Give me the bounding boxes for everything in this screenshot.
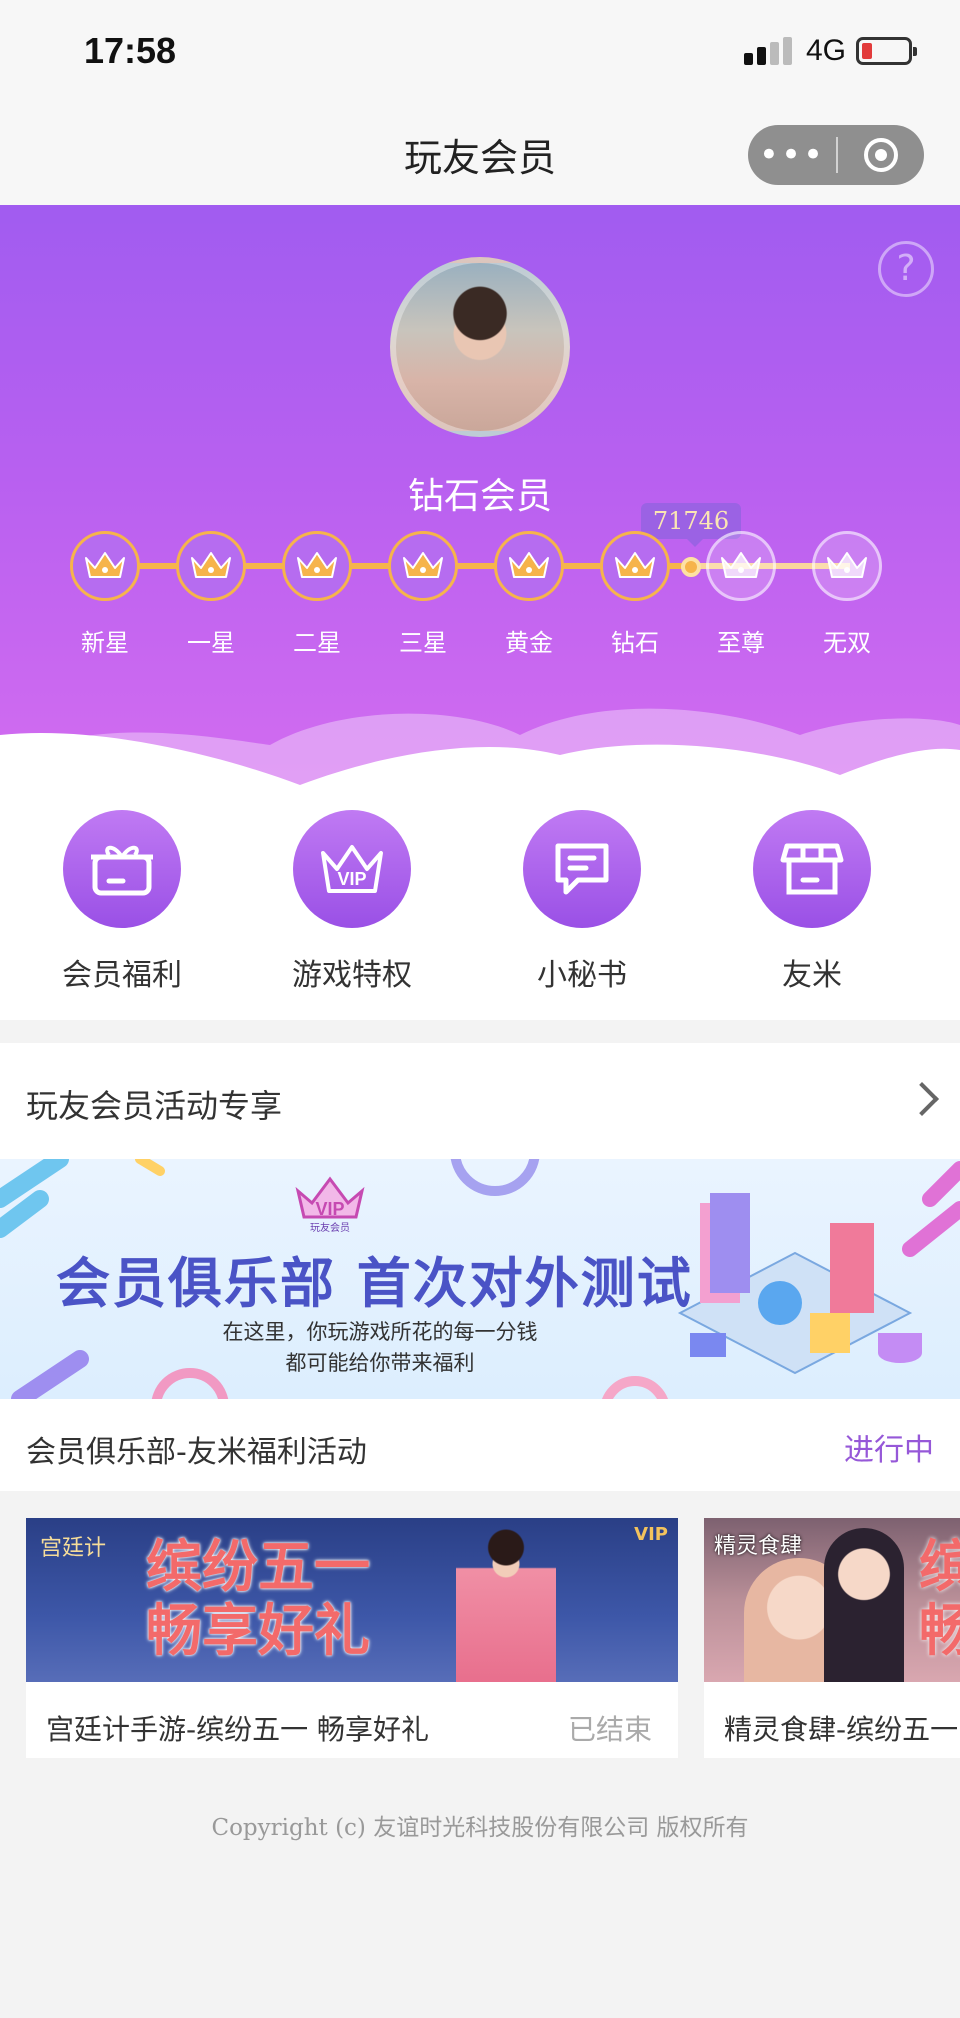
- feature-member-benefits[interactable]: 会员福利: [22, 810, 222, 994]
- level-node: [706, 531, 776, 601]
- feature-secretary[interactable]: 小秘书: [482, 810, 682, 994]
- crown-icon: [297, 552, 337, 578]
- nav-bar: 玩友会员 •••: [0, 105, 960, 205]
- character-illustration: [456, 1518, 556, 1682]
- crown-icon: [85, 552, 125, 578]
- status-badge: 进行中: [844, 1433, 934, 1468]
- signal-icon: [743, 37, 796, 65]
- close-target-icon: [864, 138, 898, 172]
- crown-icon: [191, 552, 231, 578]
- character-illustration: [824, 1528, 904, 1682]
- feature-label: 游戏特权: [292, 958, 412, 993]
- cloud-divider: [0, 708, 960, 805]
- activity-row[interactable]: 会员俱乐部-友米福利活动 进行中: [0, 1399, 960, 1491]
- level-label: 新星: [81, 629, 129, 657]
- status-indicators: 4G: [743, 34, 917, 68]
- level-node: [388, 531, 458, 601]
- card-banner-text-line: 缤纷五一: [146, 1535, 370, 1600]
- svg-text:VIP: VIP: [315, 1199, 344, 1219]
- level-label: 一星: [187, 629, 235, 657]
- game-logo: 宫廷计: [40, 1536, 107, 1561]
- vip-crown-icon: VIP 玩友会员: [295, 1176, 365, 1234]
- feature-label: 会员福利: [62, 958, 182, 993]
- current-progress-dot: [681, 557, 701, 577]
- crown-icon: [509, 552, 549, 578]
- banner-subtitle: 在这里，你玩游戏所花的每一分钱 都可能给你带来福利: [200, 1317, 560, 1379]
- level-node: [176, 531, 246, 601]
- card-banner-text-line: 缤: [919, 1535, 960, 1600]
- close-button[interactable]: [838, 138, 924, 172]
- crown-icon: [615, 552, 655, 578]
- level-label: 钻石: [611, 629, 659, 657]
- chat-icon: [523, 810, 641, 928]
- activity-card-carousel[interactable]: 宫廷计 缤纷五一 畅享好礼 VIP 宫廷计手游-缤纷五一 畅享好礼 已结束 精灵…: [0, 1518, 960, 1758]
- activity-card[interactable]: 宫廷计 缤纷五一 畅享好礼 VIP 宫廷计手游-缤纷五一 畅享好礼 已结束: [26, 1518, 678, 1758]
- game-logo: 精灵食肆: [714, 1534, 803, 1559]
- chevron-right-icon: [905, 1082, 939, 1116]
- vip-crown-icon: VIP: [293, 810, 411, 928]
- level-label: 黄金: [505, 629, 553, 657]
- level-node: [282, 531, 352, 601]
- activity-name: 会员俱乐部-友米福利活动: [26, 1435, 367, 1470]
- banner-title: 会员俱乐部 首次对外测试: [56, 1252, 693, 1315]
- help-button[interactable]: ?: [878, 241, 934, 297]
- card-title: 精灵食肆-缤纷五一: [724, 1713, 959, 1746]
- level-label: 至尊: [717, 629, 765, 657]
- activity-card[interactable]: 精灵食肆 缤 畅 精灵食肆-缤纷五一: [704, 1518, 960, 1758]
- level-node: [812, 531, 882, 601]
- section-title: 玩友会员活动专享: [26, 1087, 283, 1125]
- card-banner-text: 缤纷五一 畅享好礼: [146, 1536, 370, 1664]
- banner-subtitle-line: 在这里，你玩游戏所花的每一分钱: [222, 1320, 538, 1344]
- more-button[interactable]: •••: [748, 125, 836, 185]
- level-node: [70, 531, 140, 601]
- feature-label: 友米: [782, 958, 842, 993]
- copyright-footer: Copyright (c) 友谊时光科技股份有限公司 版权所有: [211, 1815, 749, 1841]
- svg-text:VIP: VIP: [337, 869, 366, 889]
- feature-grid: 会员福利 VIP 游戏特权 小秘书 友米: [0, 790, 960, 1020]
- card-banner-image: 宫廷计 缤纷五一 畅享好礼 VIP: [26, 1518, 678, 1682]
- feature-youmi[interactable]: 友米: [712, 810, 912, 994]
- level-label: 三星: [399, 629, 447, 657]
- banner-subtitle-line: 都可能给你带来福利: [285, 1351, 475, 1375]
- card-banner-text-line: 畅享好礼: [146, 1599, 370, 1664]
- card-status: 已结束: [567, 1713, 652, 1746]
- feature-label: 小秘书: [537, 958, 627, 993]
- status-bar: 17:58 4G: [0, 0, 960, 105]
- level-label: 二星: [293, 629, 341, 657]
- activity-banner[interactable]: VIP 玩友会员 会员俱乐部 首次对外测试 在这里，你玩游戏所花的每一分钱 都可…: [0, 1159, 960, 1399]
- level-label: 无双: [823, 629, 871, 657]
- card-banner-text: 缤 畅: [919, 1536, 960, 1664]
- crown-icon: [721, 552, 761, 578]
- crown-icon: [827, 552, 867, 578]
- miniprogram-capsule: •••: [748, 125, 924, 185]
- avatar: [390, 257, 570, 437]
- status-time: 17:58: [84, 30, 177, 71]
- shop-icon: [753, 810, 871, 928]
- isometric-building-illustration: [677, 1193, 922, 1375]
- battery-icon: [856, 37, 917, 65]
- gift-icon: [63, 810, 181, 928]
- card-banner-image: 精灵食肆 缤 畅: [704, 1518, 960, 1682]
- level-node: [600, 531, 670, 601]
- level-node: [494, 531, 564, 601]
- member-level-name: 钻石会员: [407, 476, 552, 517]
- crown-icon: [403, 552, 443, 578]
- card-title: 宫廷计手游-缤纷五一 畅享好礼: [46, 1713, 430, 1746]
- network-type: 4G: [805, 34, 846, 67]
- member-hero: ? 钻石会员 71746 新星 一星 二星 三星 黄金 钻石 至尊 无双: [0, 205, 960, 805]
- svg-text:玩友会员: 玩友会员: [310, 1221, 350, 1234]
- feature-game-privileges[interactable]: VIP 游戏特权: [252, 810, 452, 994]
- activity-section-header[interactable]: 玩友会员活动专享: [0, 1043, 960, 1159]
- card-banner-text-line: 畅: [919, 1599, 960, 1664]
- vip-badge: VIP: [634, 1524, 668, 1545]
